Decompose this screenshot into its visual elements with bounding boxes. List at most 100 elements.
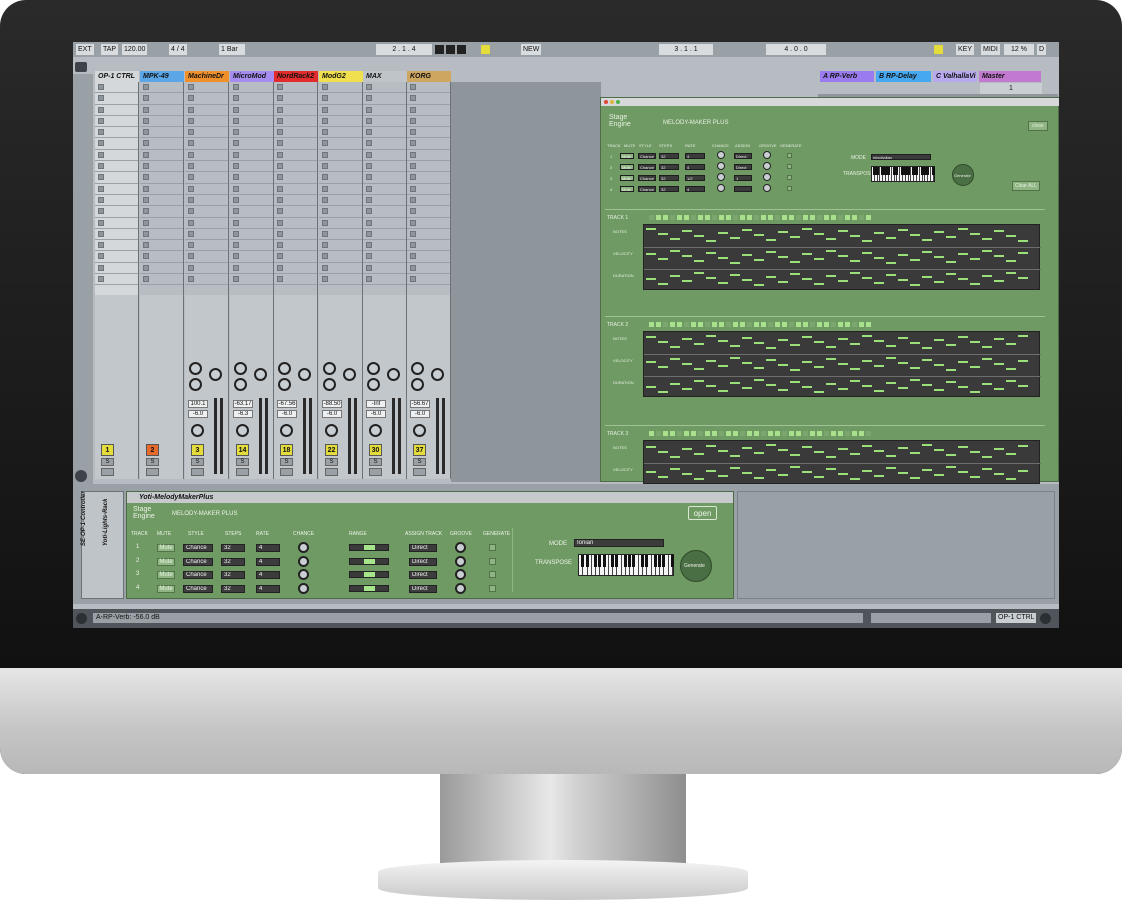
step-cell[interactable] xyxy=(747,215,752,220)
key-map-button[interactable]: KEY xyxy=(956,44,975,55)
clip-slot[interactable] xyxy=(140,251,183,263)
clip-stop-icon[interactable] xyxy=(188,253,194,260)
send-b-knob[interactable] xyxy=(298,368,311,381)
plugin-rate-select[interactable]: 4 xyxy=(685,186,705,192)
plugin-mute-button[interactable]: Mute xyxy=(620,164,634,170)
step-cell[interactable] xyxy=(719,431,724,436)
send-a-knob[interactable] xyxy=(411,362,424,375)
clip-slot[interactable] xyxy=(407,184,450,195)
clip-stop-icon[interactable] xyxy=(143,174,149,181)
step-cell[interactable] xyxy=(782,431,787,436)
clip-slot[interactable] xyxy=(319,127,362,139)
pan-knob[interactable] xyxy=(413,424,426,437)
clip-stop-icon[interactable] xyxy=(143,208,149,215)
clip-stop-icon[interactable] xyxy=(366,106,372,113)
step-cell[interactable] xyxy=(761,215,766,220)
step-cell[interactable] xyxy=(698,215,703,220)
clip-slot[interactable] xyxy=(407,206,450,218)
step-cell[interactable] xyxy=(838,431,843,436)
clip-stop-icon[interactable] xyxy=(366,174,372,181)
clip-slot[interactable] xyxy=(230,184,273,195)
clip-stop-icon[interactable] xyxy=(277,95,283,102)
send-c-knob[interactable] xyxy=(234,378,247,391)
clip-slot[interactable] xyxy=(95,251,138,263)
step-cell[interactable] xyxy=(838,322,843,327)
clip-slot[interactable] xyxy=(319,274,362,286)
step-cell[interactable] xyxy=(775,322,780,327)
clip-stop-icon[interactable] xyxy=(410,140,416,147)
clip-slot[interactable] xyxy=(230,138,273,150)
clip-stop-icon[interactable] xyxy=(366,185,372,192)
plugin-chance-knob[interactable] xyxy=(717,151,725,159)
device-groove-knob[interactable] xyxy=(455,555,466,567)
clip-stop-icon[interactable] xyxy=(143,196,149,203)
black-key[interactable] xyxy=(598,555,602,567)
clip-slot[interactable] xyxy=(407,172,450,184)
sequence-lane[interactable] xyxy=(643,224,1041,290)
clip-slot[interactable] xyxy=(140,263,183,275)
clip-slot[interactable] xyxy=(95,172,138,184)
clip-slot[interactable] xyxy=(407,150,450,162)
clip-slot[interactable] xyxy=(95,161,138,173)
step-cell[interactable] xyxy=(649,431,654,436)
step-cell[interactable] xyxy=(684,322,689,327)
plugin-assign-select[interactable]: Direct xyxy=(734,164,752,170)
plugin-generate-toggle[interactable] xyxy=(787,186,792,191)
clip-slot[interactable] xyxy=(319,184,362,195)
clip-slot[interactable] xyxy=(319,251,362,263)
step-cell[interactable] xyxy=(845,322,850,327)
clip-stop-icon[interactable] xyxy=(277,242,283,249)
device-mute-button[interactable]: Mute xyxy=(157,571,175,579)
track-activator[interactable]: 14 xyxy=(236,444,249,456)
volume-readout[interactable]: -63.17 xyxy=(233,400,253,408)
solo-button[interactable]: S xyxy=(280,458,293,466)
record-button[interactable] xyxy=(457,45,466,54)
volume-readout[interactable]: -56.67 xyxy=(410,400,430,408)
device-transpose-keyboard[interactable] xyxy=(578,554,674,576)
step-cell[interactable] xyxy=(803,215,808,220)
device-range-slider[interactable] xyxy=(349,584,389,592)
clip-stop-icon[interactable] xyxy=(143,276,149,283)
clip-stop-icon[interactable] xyxy=(98,196,104,203)
clip-slot[interactable] xyxy=(185,195,228,207)
step-cell[interactable] xyxy=(677,431,682,436)
clip-slot[interactable] xyxy=(230,251,273,263)
pan-readout[interactable]: -6.0 xyxy=(410,410,430,418)
clip-slot[interactable] xyxy=(319,93,362,105)
send-a-knob[interactable] xyxy=(278,362,291,375)
quantize-select[interactable]: 1 Bar xyxy=(219,44,245,55)
device-assign-select[interactable]: Direct xyxy=(409,584,437,593)
plugin-rate-select[interactable]: 4 xyxy=(685,164,705,170)
open-button[interactable]: open xyxy=(688,506,717,520)
arrangement-position[interactable]: 2 . 1 . 4 xyxy=(376,44,432,55)
step-cell[interactable] xyxy=(712,322,717,327)
clip-slot[interactable] xyxy=(407,274,450,286)
device-mute-button[interactable]: Mute xyxy=(157,557,175,566)
send-a-knob[interactable] xyxy=(367,362,380,375)
step-cell[interactable] xyxy=(789,215,794,220)
plugin-assign-select[interactable]: 1 xyxy=(734,175,752,181)
clip-slot[interactable] xyxy=(185,150,228,162)
step-cell[interactable] xyxy=(859,215,864,220)
clip-slot[interactable] xyxy=(407,240,450,252)
clip-stop-icon[interactable] xyxy=(98,208,104,215)
send-c-knob[interactable] xyxy=(367,378,380,391)
clip-stop-icon[interactable] xyxy=(410,117,416,124)
black-key[interactable] xyxy=(906,167,910,176)
step-cell[interactable] xyxy=(803,431,808,436)
clip-stop-icon[interactable] xyxy=(410,174,416,181)
step-cell[interactable] xyxy=(859,322,864,327)
step-cell[interactable] xyxy=(754,431,759,436)
clip-slot[interactable] xyxy=(319,240,362,252)
overdub-button[interactable] xyxy=(481,45,490,54)
plugin-groove-knob[interactable] xyxy=(763,184,771,192)
mode-select[interactable]: mixolydian xyxy=(871,154,931,160)
clip-slot[interactable] xyxy=(363,251,406,263)
clip-stop-icon[interactable] xyxy=(143,264,149,271)
clip-slot[interactable] xyxy=(230,161,273,173)
clip-slot[interactable] xyxy=(319,218,362,229)
black-key[interactable] xyxy=(875,167,879,176)
clip-slot[interactable] xyxy=(363,206,406,218)
solo-button[interactable]: S xyxy=(146,458,159,466)
clip-slot[interactable] xyxy=(407,195,450,207)
